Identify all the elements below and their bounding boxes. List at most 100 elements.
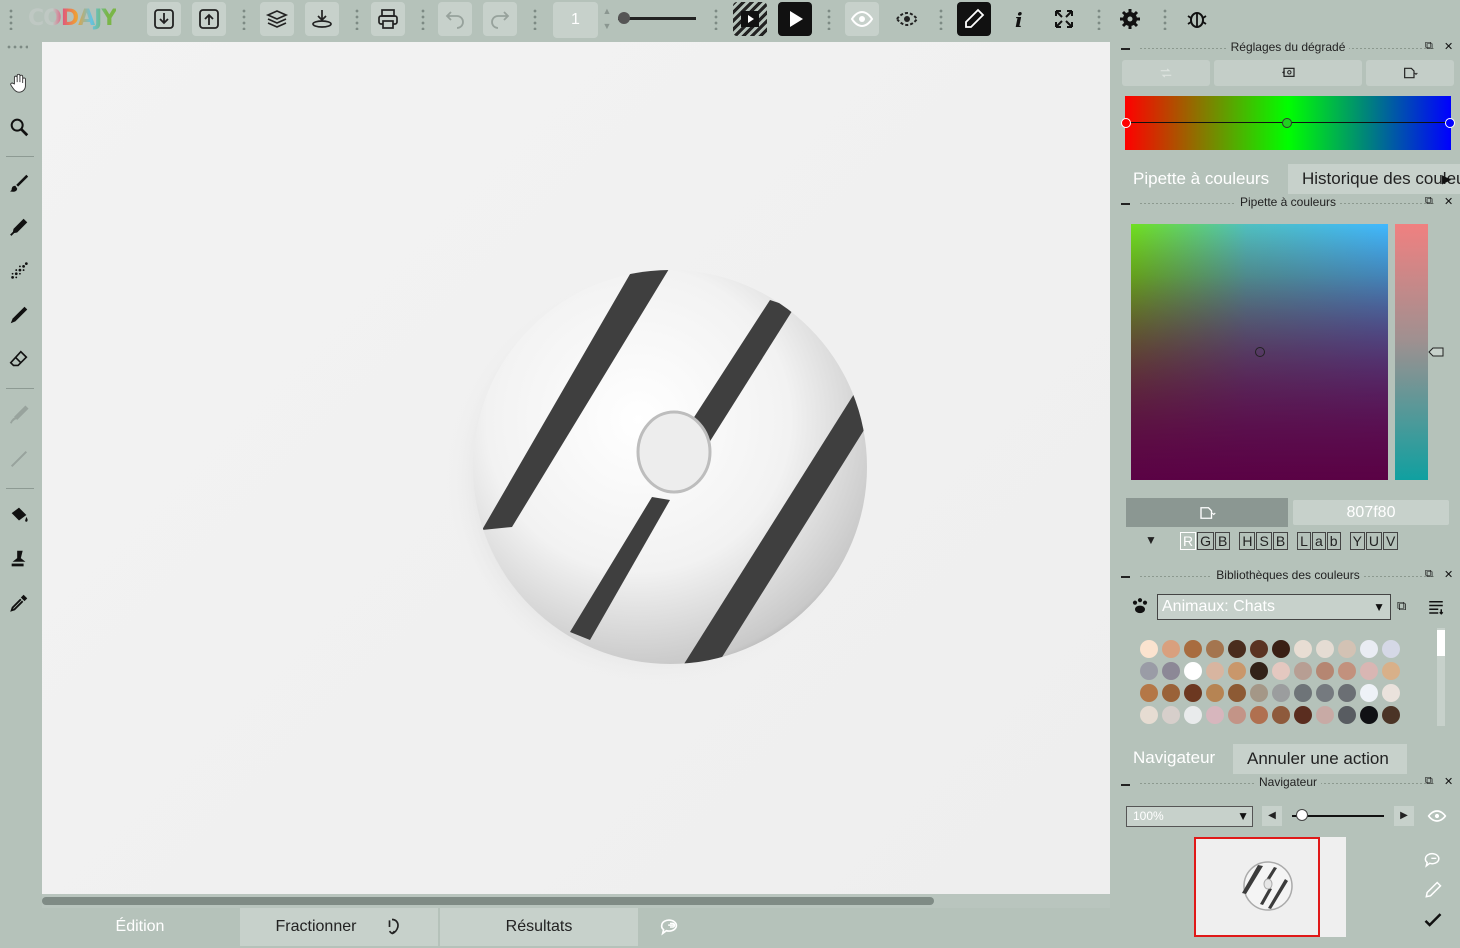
play-button[interactable] [778, 2, 812, 36]
gradient-close-icon[interactable]: ✕ [1444, 40, 1453, 53]
library-animal-button[interactable] [1130, 596, 1150, 616]
color-swatch[interactable] [1382, 706, 1400, 724]
color-swatch[interactable] [1272, 640, 1290, 658]
color-swatch[interactable] [1360, 684, 1378, 702]
debug-button[interactable] [1180, 2, 1214, 36]
line-tool[interactable] [2, 442, 36, 476]
color-swatch[interactable] [1140, 640, 1158, 658]
yuv-mode[interactable]: YUV [1349, 532, 1400, 551]
zoom-slider-knob[interactable] [1296, 809, 1308, 821]
hand-tool[interactable] [2, 66, 36, 100]
color-swatch[interactable] [1162, 684, 1180, 702]
zoom-in-button[interactable]: ▶ [1394, 806, 1414, 826]
stack-button[interactable] [305, 2, 339, 36]
color-swatch[interactable] [1162, 662, 1180, 680]
library-list-menu[interactable] [1426, 598, 1446, 616]
color-swatch[interactable] [1272, 706, 1290, 724]
color-swatch[interactable] [1228, 640, 1246, 658]
toolbar-grip[interactable] [8, 8, 14, 30]
color-swatch[interactable] [1250, 640, 1268, 658]
color-swatch[interactable] [1338, 640, 1356, 658]
zoom-tool[interactable] [2, 110, 36, 144]
preview-button[interactable] [845, 2, 879, 36]
frame-spinner[interactable]: ▲ ▼ [600, 4, 614, 34]
info-button[interactable]: i [1001, 2, 1035, 36]
color-field-cursor[interactable] [1255, 347, 1265, 357]
tab-navigator[interactable]: Navigateur [1116, 742, 1231, 774]
color-swatch[interactable] [1316, 684, 1334, 702]
tab-color-picker[interactable]: Pipette à couleurs [1116, 164, 1286, 194]
picker-detach-icon[interactable]: ⧉ [1425, 195, 1433, 208]
color-swatch[interactable] [1206, 640, 1224, 658]
navigator-close-icon[interactable]: ✕ [1444, 775, 1453, 788]
color-swatch[interactable] [1360, 640, 1378, 658]
color-swatch[interactable] [1272, 662, 1290, 680]
library-select[interactable]: Animaux: Chats ▼ [1157, 594, 1391, 620]
color-swatch[interactable] [1228, 684, 1246, 702]
color-swatch[interactable] [1338, 706, 1356, 724]
color-swatch[interactable] [1206, 684, 1224, 702]
hue-slider-handle[interactable] [1428, 345, 1444, 357]
library-detach-icon[interactable]: ⧉ [1397, 598, 1415, 616]
frames-button[interactable] [733, 2, 767, 36]
lab-mode[interactable]: Lab [1297, 532, 1341, 551]
color-swatch[interactable] [1316, 640, 1334, 658]
frame-number-input[interactable]: 1 [553, 2, 598, 38]
smudge-tool[interactable] [2, 398, 36, 432]
color-swatch[interactable] [1294, 706, 1312, 724]
libraries-detach-icon[interactable]: ⧉ [1425, 568, 1433, 581]
navigator-preview-toggle[interactable] [1426, 806, 1448, 826]
gradient-stop-green[interactable] [1282, 118, 1292, 128]
navigator-confirm-button[interactable] [1422, 910, 1446, 932]
swatch-scroll-thumb[interactable] [1437, 630, 1445, 656]
color-swatch[interactable] [1184, 640, 1202, 658]
color-swatch[interactable] [1360, 662, 1378, 680]
export-button[interactable] [192, 2, 226, 36]
picker-close-icon[interactable]: ✕ [1444, 195, 1453, 208]
print-button[interactable] [371, 2, 405, 36]
tab-results[interactable]: Résultats [440, 908, 638, 946]
marker-tool[interactable] [2, 210, 36, 244]
color-swatch[interactable] [1316, 706, 1334, 724]
gradient-swap-button[interactable] [1122, 60, 1210, 86]
color-swatch[interactable] [1228, 706, 1246, 724]
color-swatch[interactable] [1140, 706, 1158, 724]
color-swatch[interactable] [1228, 662, 1246, 680]
color-swatch[interactable] [1382, 640, 1400, 658]
zoom-out-button[interactable]: ◀ [1262, 806, 1282, 826]
navigator-thumbnail[interactable] [1194, 837, 1346, 937]
gradient-detach-icon[interactable]: ⧉ [1425, 40, 1433, 53]
spray-tool[interactable] [2, 254, 36, 288]
color-swatch[interactable] [1184, 706, 1202, 724]
color-swatch[interactable] [1294, 662, 1312, 680]
color-swatch[interactable] [1250, 706, 1268, 724]
brush-tool[interactable] [2, 166, 36, 200]
color-swatch[interactable] [1294, 684, 1312, 702]
color-swatch[interactable] [1184, 662, 1202, 680]
color-file-menu[interactable] [1126, 498, 1288, 527]
color-swatch[interactable] [1272, 684, 1290, 702]
fullscreen-button[interactable] [1047, 2, 1081, 36]
tab-color-history[interactable]: Historique des couleurs [1288, 164, 1460, 194]
hue-slider[interactable] [1395, 224, 1428, 480]
tab-undo[interactable]: Annuler une action [1233, 744, 1407, 774]
settings-button[interactable] [1113, 2, 1147, 36]
undo-button[interactable] [438, 2, 472, 36]
navigator-edit-button[interactable] [1422, 880, 1446, 902]
color-swatch[interactable] [1360, 706, 1378, 724]
gradient-file-menu[interactable] [1366, 60, 1454, 86]
pen-tool[interactable] [2, 298, 36, 332]
color-swatch[interactable] [1184, 684, 1202, 702]
color-swatch[interactable] [1338, 684, 1356, 702]
color-swatch[interactable] [1140, 662, 1158, 680]
color-swatch[interactable] [1382, 662, 1400, 680]
gradient-stop-blue[interactable] [1445, 118, 1455, 128]
color-swatch[interactable] [1250, 662, 1268, 680]
bucket-tool[interactable] [2, 498, 36, 532]
pressure-button[interactable] [957, 2, 991, 36]
tab-edition[interactable]: Édition [42, 908, 238, 946]
link-button[interactable] [640, 908, 700, 946]
color-swatch[interactable] [1206, 662, 1224, 680]
color-swatch[interactable] [1140, 684, 1158, 702]
eraser-tool[interactable] [2, 342, 36, 376]
